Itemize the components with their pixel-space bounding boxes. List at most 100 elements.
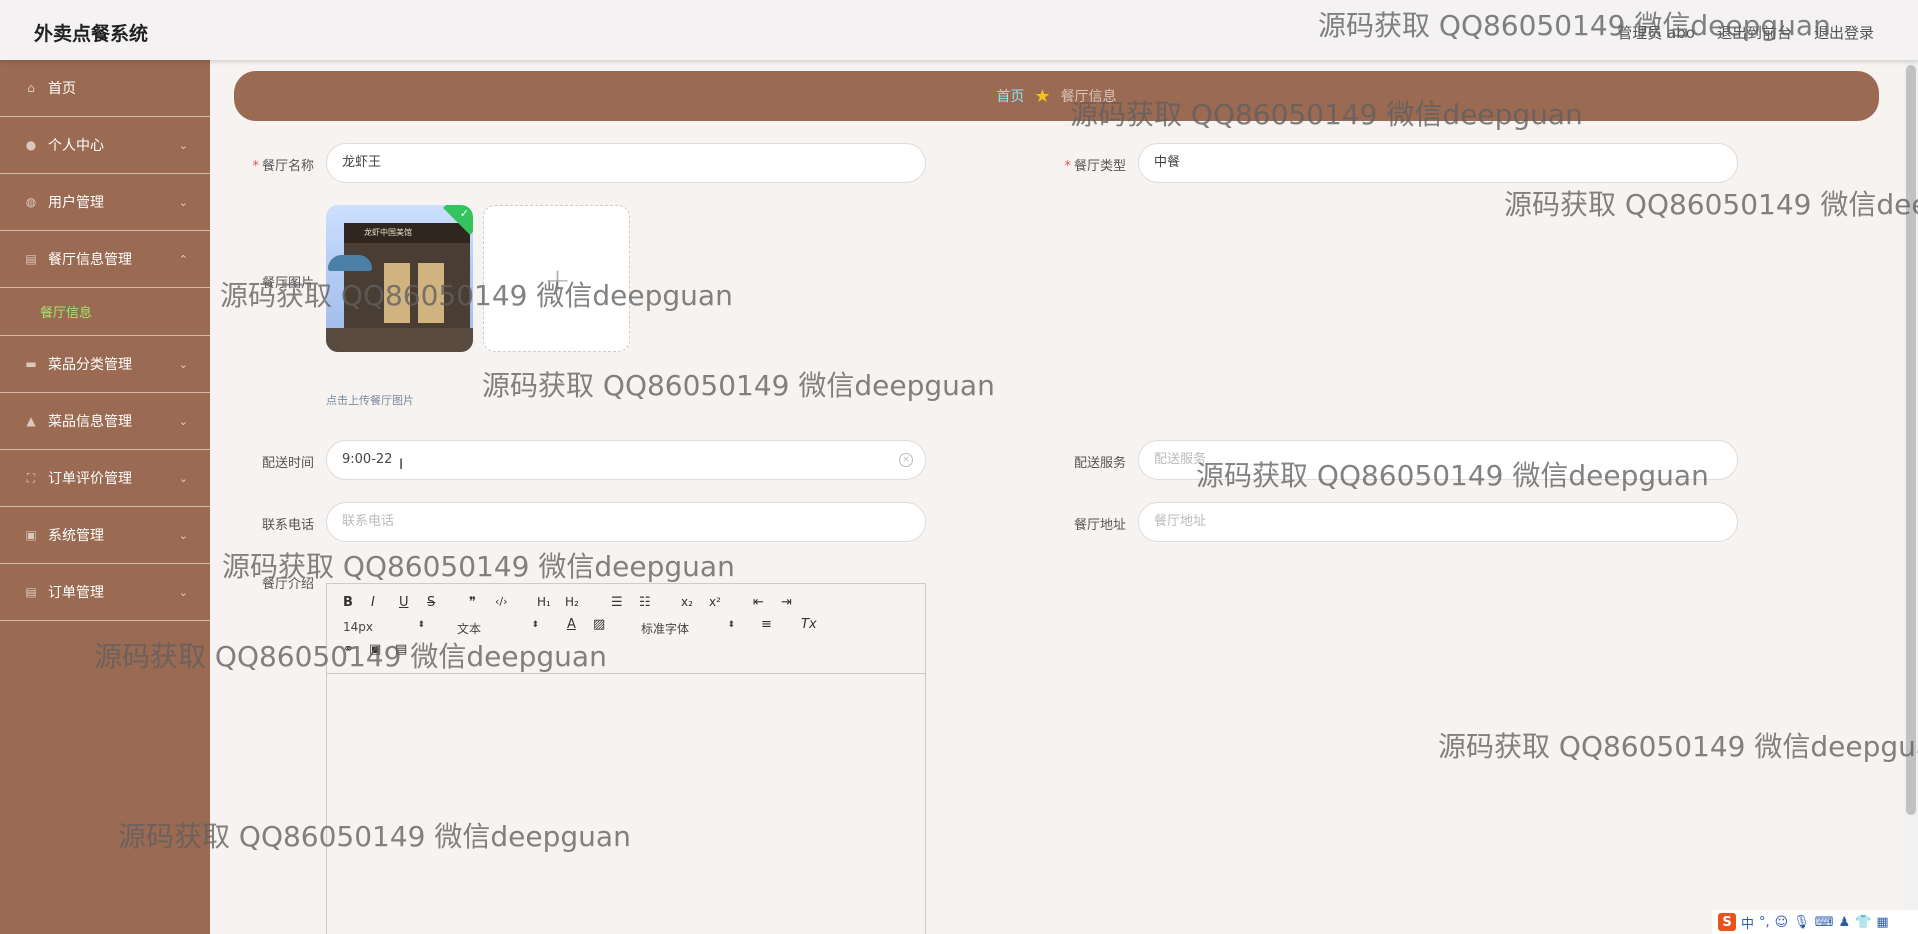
delivery-service-label: 配送服务: [1073, 456, 1126, 471]
user-label: 管理员 abo: [1617, 24, 1695, 42]
sidebar-item-personal-center[interactable]: ● 个人中心 ⌄: [0, 117, 210, 174]
microphone-icon[interactable]: 🎙: [1793, 915, 1810, 930]
font-color-button[interactable]: A: [567, 617, 576, 632]
text-cursor-icon: I: [399, 457, 404, 473]
clipboard-icon: ▤: [25, 585, 37, 599]
delivery-time-label: 配送时间: [261, 456, 314, 471]
grid-icon[interactable]: ▦: [1876, 915, 1888, 930]
plus-icon: +: [544, 260, 571, 299]
ime-lang[interactable]: 中: [1741, 913, 1754, 932]
breadcrumb-home[interactable]: 首页: [996, 86, 1024, 106]
ime-punct[interactable]: °,: [1759, 915, 1770, 930]
sidebar-item-user-management[interactable]: ◍ 用户管理 ⌄: [0, 174, 210, 231]
sidebar-subitem-restaurant-info[interactable]: 餐厅信息: [0, 288, 210, 336]
restaurant-photo: 龙虾中国美馆: [344, 223, 470, 335]
chevron-down-icon: ⌄: [178, 586, 188, 599]
editor-toolbar: B I U S ❞ ‹/› H₁ H₂ ☰ ☷ x₂ x² ⇤ ⇥ 14px ⬍ …: [327, 584, 925, 674]
top-links: 管理员 abo 退出到前台 退出登录: [1617, 22, 1874, 43]
logout-link[interactable]: 退出登录: [1814, 22, 1874, 43]
thumb-icon: ▲: [26, 414, 36, 428]
sidebar-item-label: 餐厅信息管理: [48, 252, 132, 268]
breadcrumb: 首页 ★ 餐厅信息: [234, 71, 1879, 121]
restaurant-name-input[interactable]: 龙虾王: [326, 143, 926, 183]
superscript-button[interactable]: x²: [709, 595, 721, 609]
sidebar-item-orders[interactable]: ▤ 订单管理 ⌄: [0, 564, 210, 621]
user-icon[interactable]: ♟: [1839, 915, 1851, 930]
restaurant-name-label: * 餐厅名称: [252, 159, 314, 174]
sidebar-item-home[interactable]: ⌂ 首页: [0, 60, 210, 117]
sidebar-item-restaurant-management[interactable]: ▤ 餐厅信息管理 ⌃: [0, 231, 210, 288]
address-label: 餐厅地址: [1073, 518, 1126, 533]
sidebar-item-label: 菜品信息管理: [48, 414, 132, 430]
phone-label: 联系电话: [261, 518, 314, 533]
user-icon: ●: [25, 138, 37, 152]
image-icon[interactable]: ▣: [369, 642, 381, 657]
chevron-down-icon: ⌄: [178, 472, 188, 485]
bold-button[interactable]: B: [343, 595, 353, 610]
sogou-icon[interactable]: S: [1718, 913, 1736, 931]
link-icon[interactable]: ⚭: [343, 642, 354, 657]
emoji-icon[interactable]: ☺: [1775, 915, 1789, 930]
h2-button[interactable]: H₂: [565, 595, 579, 609]
underline-button[interactable]: U: [399, 595, 409, 610]
breadcrumb-current: 餐厅信息: [1060, 89, 1117, 105]
bullet-list-icon[interactable]: ☷: [639, 595, 651, 610]
sidebar-item-label: 系统管理: [48, 528, 104, 544]
sidebar-item-label: 用户管理: [48, 195, 104, 211]
delivery-time-value: 9:00-22: [342, 452, 393, 467]
subscript-button[interactable]: x₂: [681, 595, 693, 609]
format-select[interactable]: 文本 ⬍: [457, 620, 539, 637]
ordered-list-icon[interactable]: ☰: [611, 595, 623, 610]
chevron-down-icon: ⌄: [178, 415, 188, 428]
clipboard-icon: ▤: [25, 252, 37, 266]
back-to-front-link[interactable]: 退出到前台: [1717, 22, 1792, 43]
editor-content[interactable]: [327, 674, 925, 934]
address-input[interactable]: 餐厅地址: [1138, 502, 1738, 542]
sidebar-item-label: 订单管理: [48, 585, 104, 601]
indent-icon[interactable]: ⇥: [781, 595, 792, 610]
watermark: 源码获取 QQ86050149 微信deepguan: [1504, 188, 1918, 221]
sidebar-item-order-review[interactable]: ⛶ 订单评价管理 ⌄: [0, 450, 210, 507]
clear-icon[interactable]: ×: [899, 453, 913, 467]
align-icon[interactable]: ≡: [761, 617, 772, 632]
users-icon: ◍: [25, 195, 37, 209]
font-family-select[interactable]: 标准字体 ⬍: [641, 620, 735, 637]
scrollbar-thumb[interactable]: [1906, 65, 1916, 815]
strike-button[interactable]: S: [427, 595, 435, 610]
italic-button[interactable]: I: [371, 595, 375, 610]
chevron-down-icon: ⌄: [178, 529, 188, 542]
watermark: 源码获取 QQ86050149 微信deepguan: [482, 369, 995, 402]
phone-input[interactable]: 联系电话: [326, 502, 926, 542]
background-color-icon[interactable]: ▨: [593, 617, 605, 632]
restaurant-type-input[interactable]: 中餐: [1138, 143, 1738, 183]
uploaded-restaurant-image[interactable]: 龙虾中国美馆 ✓: [326, 205, 473, 352]
sidebar-item-label: 个人中心: [48, 138, 104, 154]
watermark: 源码获取 QQ86050149 微信deepguan: [1438, 730, 1918, 763]
chat-icon: ▬: [25, 357, 37, 371]
code-button[interactable]: ‹/›: [495, 595, 508, 608]
clear-format-button[interactable]: Tx: [801, 617, 817, 632]
keyboard-icon[interactable]: ⌨: [1815, 915, 1834, 930]
restaurant-image-label: 餐厅图片: [261, 276, 314, 291]
font-size-select[interactable]: 14px ⬍: [343, 620, 425, 634]
outdent-icon[interactable]: ⇤: [753, 595, 764, 610]
upload-hint: 点击上传餐厅图片: [326, 394, 414, 407]
top-bar: 外卖点餐系统 管理员 abo 退出到前台 退出登录: [0, 0, 1918, 60]
delivery-service-input[interactable]: 配送服务: [1138, 440, 1738, 480]
blockquote-button[interactable]: ❞: [469, 595, 476, 610]
ime-toolbar: S 中 °, ☺ 🎙 ⌨ ♟ 👕 ▦: [1712, 910, 1918, 934]
star-icon: ★: [1034, 85, 1051, 107]
sidebar-item-label: 菜品分类管理: [48, 357, 132, 373]
restaurant-type-label: * 餐厅类型: [1064, 159, 1126, 174]
chevron-down-icon: ⌄: [178, 196, 188, 209]
sidebar-item-dish-info[interactable]: ▲ 菜品信息管理 ⌄: [0, 393, 210, 450]
sidebar: ⌂ 首页 ● 个人中心 ⌄ ◍ 用户管理 ⌄ ▤ 餐厅信息管理 ⌃ 餐厅信息 ▬…: [0, 60, 210, 934]
sidebar-item-dish-category[interactable]: ▬ 菜品分类管理 ⌄: [0, 336, 210, 393]
sidebar-item-system[interactable]: ▣ 系统管理 ⌄: [0, 507, 210, 564]
image-upload-button[interactable]: +: [483, 205, 630, 352]
video-icon[interactable]: ▤: [395, 642, 407, 657]
delivery-time-input[interactable]: 9:00-22 ×: [326, 440, 926, 480]
h1-button[interactable]: H₁: [537, 595, 551, 609]
chevron-down-icon: ⌄: [178, 139, 188, 152]
skin-icon[interactable]: 👕: [1855, 915, 1871, 930]
